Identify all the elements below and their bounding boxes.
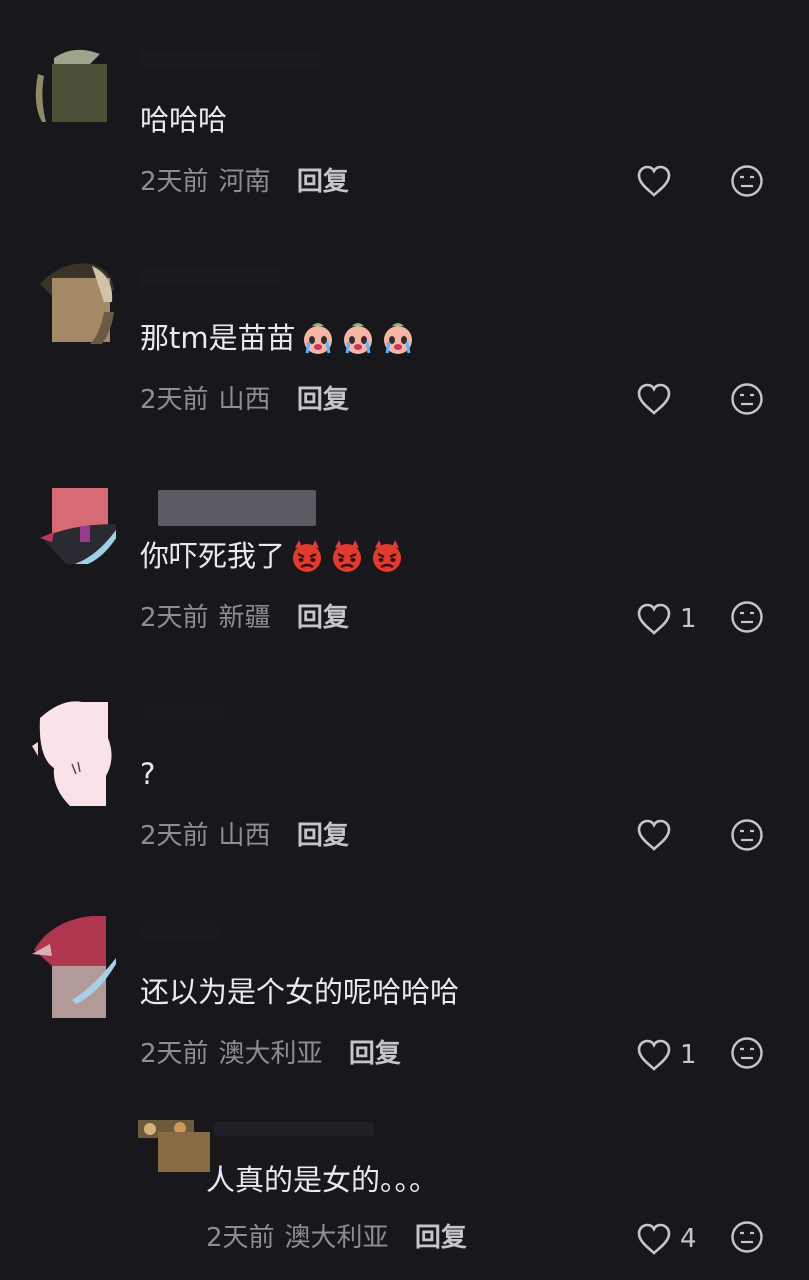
like-count: 1 [680,604,697,634]
heart-icon [637,603,671,635]
dislike-icon[interactable] [730,600,764,634]
comment-meta: 2天前 山西 回复 [140,818,349,854]
dislike-icon[interactable] [730,382,764,416]
comment-location: 山西 [218,821,271,851]
like-button[interactable]: 1 [636,601,697,637]
avatar[interactable] [138,1118,214,1174]
avatar[interactable] [32,916,116,1020]
comment-text: 那tm是苗苗 [140,320,416,356]
like-button[interactable] [636,819,680,851]
username-redacted[interactable] [214,1122,374,1136]
username-redacted[interactable] [140,922,220,940]
like-count: 4 [680,1224,697,1254]
reply-button[interactable]: 回复 [297,603,349,633]
username-redacted[interactable] [140,268,280,286]
comment-text: 哈哈哈 [140,103,228,137]
comment-item: 还以为是个女的呢哈哈哈 2天前 澳大利亚 回复 1 [0,916,809,1134]
username-redacted[interactable] [140,50,320,68]
comment-location: 新疆 [218,603,271,633]
comment-location: 河南 [218,167,271,197]
reply-button[interactable]: 回复 [297,167,349,197]
comment-location: 澳大利亚 [284,1223,389,1253]
angry-devil-icon [333,540,362,572]
heart-icon [637,819,671,851]
crying-face-icon [343,323,372,354]
angry-devil-icon [293,540,322,572]
dislike-icon[interactable] [730,818,764,852]
comment-item: 哈哈哈 2天前 河南 回复 [0,44,809,262]
comment-location: 山西 [218,385,271,415]
username-redacted[interactable] [140,704,230,722]
like-count: 1 [680,1040,697,1070]
username-redacted[interactable] [158,490,316,526]
crying-face-icon [383,323,412,354]
comment-location: 澳大利亚 [218,1039,323,1069]
comment-time: 2天前 [140,1039,209,1069]
reply-button[interactable]: 回复 [415,1223,467,1253]
comment-item: ? 2天前 山西 回复 [0,698,809,916]
comment-meta: 2天前 新疆 回复 [140,600,349,636]
comment-text: ? [140,757,156,791]
dislike-icon[interactable] [730,1220,764,1254]
heart-icon [637,1039,671,1071]
comment-text: 还以为是个女的呢哈哈哈 [140,975,460,1009]
crying-face-icon [303,323,332,354]
comment-time: 2天前 [140,385,209,415]
reply-button[interactable]: 回复 [297,385,349,415]
reply-item: 人真的是女的。。。 2天前 澳大利亚 回复 4 [0,1118,809,1280]
heart-icon [637,165,671,197]
comment-item: 你吓死我了 2天前 新疆 回复 1 [0,480,809,698]
like-button[interactable] [636,383,680,415]
comment-meta: 2天前 澳大利亚 回复 [140,1036,401,1072]
avatar[interactable] [32,262,116,346]
reply-button[interactable]: 回复 [349,1039,401,1069]
comment-time: 2天前 [140,167,209,197]
heart-icon [637,1223,671,1255]
comment-time: 2天前 [140,821,209,851]
like-button[interactable]: 1 [636,1037,697,1073]
like-button[interactable] [636,165,680,197]
comment-meta: 2天前 河南 回复 [140,164,349,200]
comment-time: 2天前 [140,603,209,633]
comment-item: 那tm是苗苗 2天前 山西 回复 [0,262,809,480]
like-button[interactable]: 4 [636,1221,697,1257]
reply-button[interactable]: 回复 [297,821,349,851]
heart-icon [637,383,671,415]
avatar[interactable] [32,480,116,564]
dislike-icon[interactable] [730,164,764,198]
comment-text: 你吓死我了 [140,538,405,574]
avatar[interactable] [32,698,116,808]
avatar[interactable] [32,44,116,128]
comment-time: 2天前 [206,1223,275,1253]
comment-meta: 2天前 澳大利亚 回复 [206,1220,467,1256]
angry-devil-icon [373,540,402,572]
dislike-icon[interactable] [730,1036,764,1070]
comment-meta: 2天前 山西 回复 [140,382,349,418]
comment-text: 人真的是女的。。。 [206,1163,439,1197]
